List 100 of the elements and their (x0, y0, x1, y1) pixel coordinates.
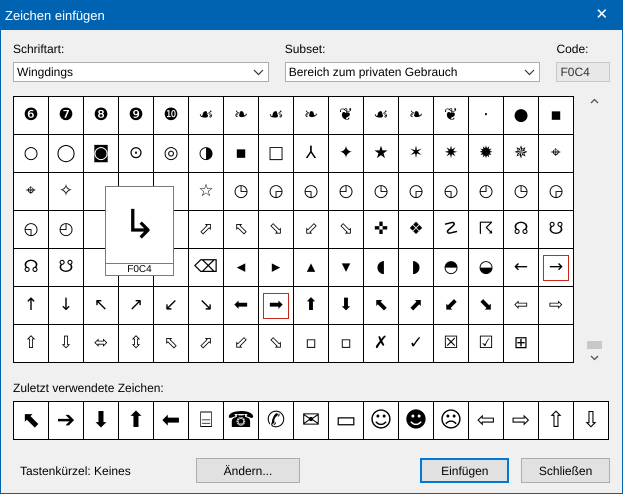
symbol-cell[interactable]: ↙ (158, 292, 184, 318)
symbol-cell[interactable]: ✶ (403, 140, 429, 166)
symbol-cell[interactable]: ◯ (53, 140, 79, 166)
symbol-cell[interactable]: ◓ (438, 254, 464, 280)
symbol-cell[interactable]: ✧ (53, 178, 79, 204)
symbol-cell[interactable]: ❦ (333, 102, 359, 128)
symbol-cell[interactable]: · (473, 102, 499, 128)
symbol-cell[interactable]: ✓ (403, 330, 429, 356)
symbol-cell[interactable]: ◵ (298, 178, 324, 204)
recent-symbol-cell[interactable]: ⬇ (84, 402, 119, 439)
symbol-cell[interactable]: ⬄ (88, 330, 114, 356)
symbol-cell[interactable]: ▾ (333, 254, 359, 280)
symbol-cell[interactable]: ⊙ (123, 140, 149, 166)
symbol-cell[interactable]: ✦ (333, 140, 359, 166)
symbol-cell[interactable]: ☆ (193, 178, 219, 204)
symbol-cell[interactable]: ⬀ (193, 216, 219, 242)
recent-symbol-cell[interactable]: ☺ (364, 402, 399, 439)
symbol-cell[interactable]: ❿ (158, 102, 184, 128)
symbol-cell[interactable]: ❦ (438, 102, 464, 128)
symbol-cell[interactable]: ◷ (508, 178, 534, 204)
recent-symbol-cell[interactable]: ⇩ (574, 402, 609, 439)
close-dialog-button[interactable]: Schließen (521, 458, 610, 483)
symbol-cell[interactable]: ◶ (543, 178, 569, 204)
recent-symbol-cell[interactable]: ✆ (259, 402, 294, 439)
symbol-cell[interactable]: ⊞ (508, 330, 534, 356)
symbol-cell[interactable]: ⬁ (158, 330, 184, 356)
symbol-cell[interactable]: ○ (18, 140, 44, 166)
symbol-cell[interactable]: ◗ (403, 254, 429, 280)
symbol-cell[interactable]: ↗ (123, 292, 149, 318)
symbol-cell[interactable]: ▫ (298, 330, 324, 356)
symbol-cell[interactable]: ⌫ (193, 254, 219, 280)
symbol-cell[interactable]: ⇧ (18, 330, 44, 356)
insert-button[interactable]: Einfügen (420, 458, 510, 483)
symbol-cell[interactable]: ⇨ (543, 292, 569, 318)
recent-symbol-cell[interactable]: ⇦ (469, 402, 504, 439)
recent-symbol-cell[interactable]: ⌸ (189, 402, 224, 439)
symbol-cell[interactable]: ☙ (368, 102, 394, 128)
symbol-cell[interactable]: ← (508, 254, 534, 280)
symbol-cell[interactable]: ⌖ (18, 178, 44, 204)
symbol-cell[interactable]: ⇦ (508, 292, 534, 318)
symbol-cell[interactable]: ◑ (193, 140, 219, 166)
symbol-cell[interactable]: ☙ (263, 102, 289, 128)
change-button[interactable]: Ändern... (196, 458, 300, 483)
symbol-cell[interactable]: ▸ (263, 254, 289, 280)
symbol-cell[interactable]: ❖ (403, 216, 429, 242)
symbol-cell[interactable]: ☑ (473, 330, 499, 356)
symbol-cell[interactable]: ↑ (18, 292, 44, 318)
symbol-cell[interactable]: ✜ (368, 216, 394, 242)
symbol-cell[interactable]: ◴ (473, 178, 499, 204)
scroll-up-icon[interactable] (590, 98, 599, 104)
symbol-cell[interactable]: ✹ (473, 140, 499, 166)
symbol-cell[interactable]: ● (508, 102, 534, 128)
symbol-cell[interactable]: ◎ (158, 140, 184, 166)
symbol-cell[interactable]: ◖ (368, 254, 394, 280)
close-button[interactable]: ✕ (582, 1, 622, 30)
symbol-cell[interactable]: → (543, 254, 569, 280)
recent-symbol-cell[interactable]: ▭ (329, 402, 364, 439)
symbol-cell[interactable]: ▪ (543, 102, 569, 128)
symbol-cell[interactable]: ◂ (228, 254, 254, 280)
symbol-cell[interactable]: ⇩ (53, 330, 79, 356)
symbol-cell[interactable]: ◵ (438, 178, 464, 204)
symbol-cell[interactable]: ⬁ (228, 216, 254, 242)
symbol-cell[interactable]: ↖ (88, 292, 114, 318)
symbol-cell[interactable]: ◷ (368, 178, 394, 204)
symbol-cell[interactable]: ↓ (53, 292, 79, 318)
symbol-cell[interactable]: ◶ (403, 178, 429, 204)
symbol-cell[interactable]: ☈ (473, 216, 499, 242)
symbol-cell[interactable]: ☒ (438, 330, 464, 356)
symbol-cell[interactable]: □ (263, 140, 289, 166)
symbol-cell[interactable]: ❾ (123, 102, 149, 128)
symbol-cell[interactable]: ⬉ (368, 292, 394, 318)
recent-symbol-cell[interactable]: ☻ (399, 402, 434, 439)
symbol-cell[interactable]: ⬅ (228, 292, 254, 318)
symbol-cell[interactable]: ▪ (228, 140, 254, 166)
symbol-cell[interactable]: ❧ (403, 102, 429, 128)
symbol-cell[interactable]: ◴ (333, 178, 359, 204)
symbol-cell[interactable]: ☋ (53, 254, 79, 280)
symbol-cell[interactable]: ❧ (298, 102, 324, 128)
symbol-cell[interactable]: ⬈ (403, 292, 429, 318)
symbol-cell[interactable]: ⬂ (263, 216, 289, 242)
symbol-cell[interactable]: ⬀ (193, 330, 219, 356)
symbol-cell[interactable]: ◒ (473, 254, 499, 280)
symbol-cell[interactable]: ◴ (53, 216, 79, 242)
symbol-cell[interactable]: ⬆ (298, 292, 324, 318)
recent-symbol-cell[interactable]: ⬉ (14, 402, 49, 439)
scroll-down-icon[interactable] (590, 355, 599, 361)
recent-symbol-cell[interactable]: ⇧ (539, 402, 574, 439)
symbol-cell[interactable]: ✗ (368, 330, 394, 356)
symbol-cell[interactable]: ◶ (263, 178, 289, 204)
symbol-cell[interactable]: ⅄ (298, 140, 324, 166)
symbol-cell[interactable]: ⬋ (438, 292, 464, 318)
recent-symbol-cell[interactable]: ☹ (434, 402, 469, 439)
symbol-cell[interactable]: ❧ (228, 102, 254, 128)
subset-dropdown[interactable]: Bereich zum privaten Gebrauch (284, 62, 540, 82)
recent-symbol-cell[interactable]: ⬅ (154, 402, 189, 439)
symbol-cell[interactable]: ◷ (228, 178, 254, 204)
symbol-cell[interactable]: ⇳ (123, 330, 149, 356)
symbol-cell[interactable]: ⬃ (298, 216, 324, 242)
recent-symbol-cell[interactable]: ⬆ (119, 402, 154, 439)
symbol-cell[interactable]: ▴ (298, 254, 324, 280)
